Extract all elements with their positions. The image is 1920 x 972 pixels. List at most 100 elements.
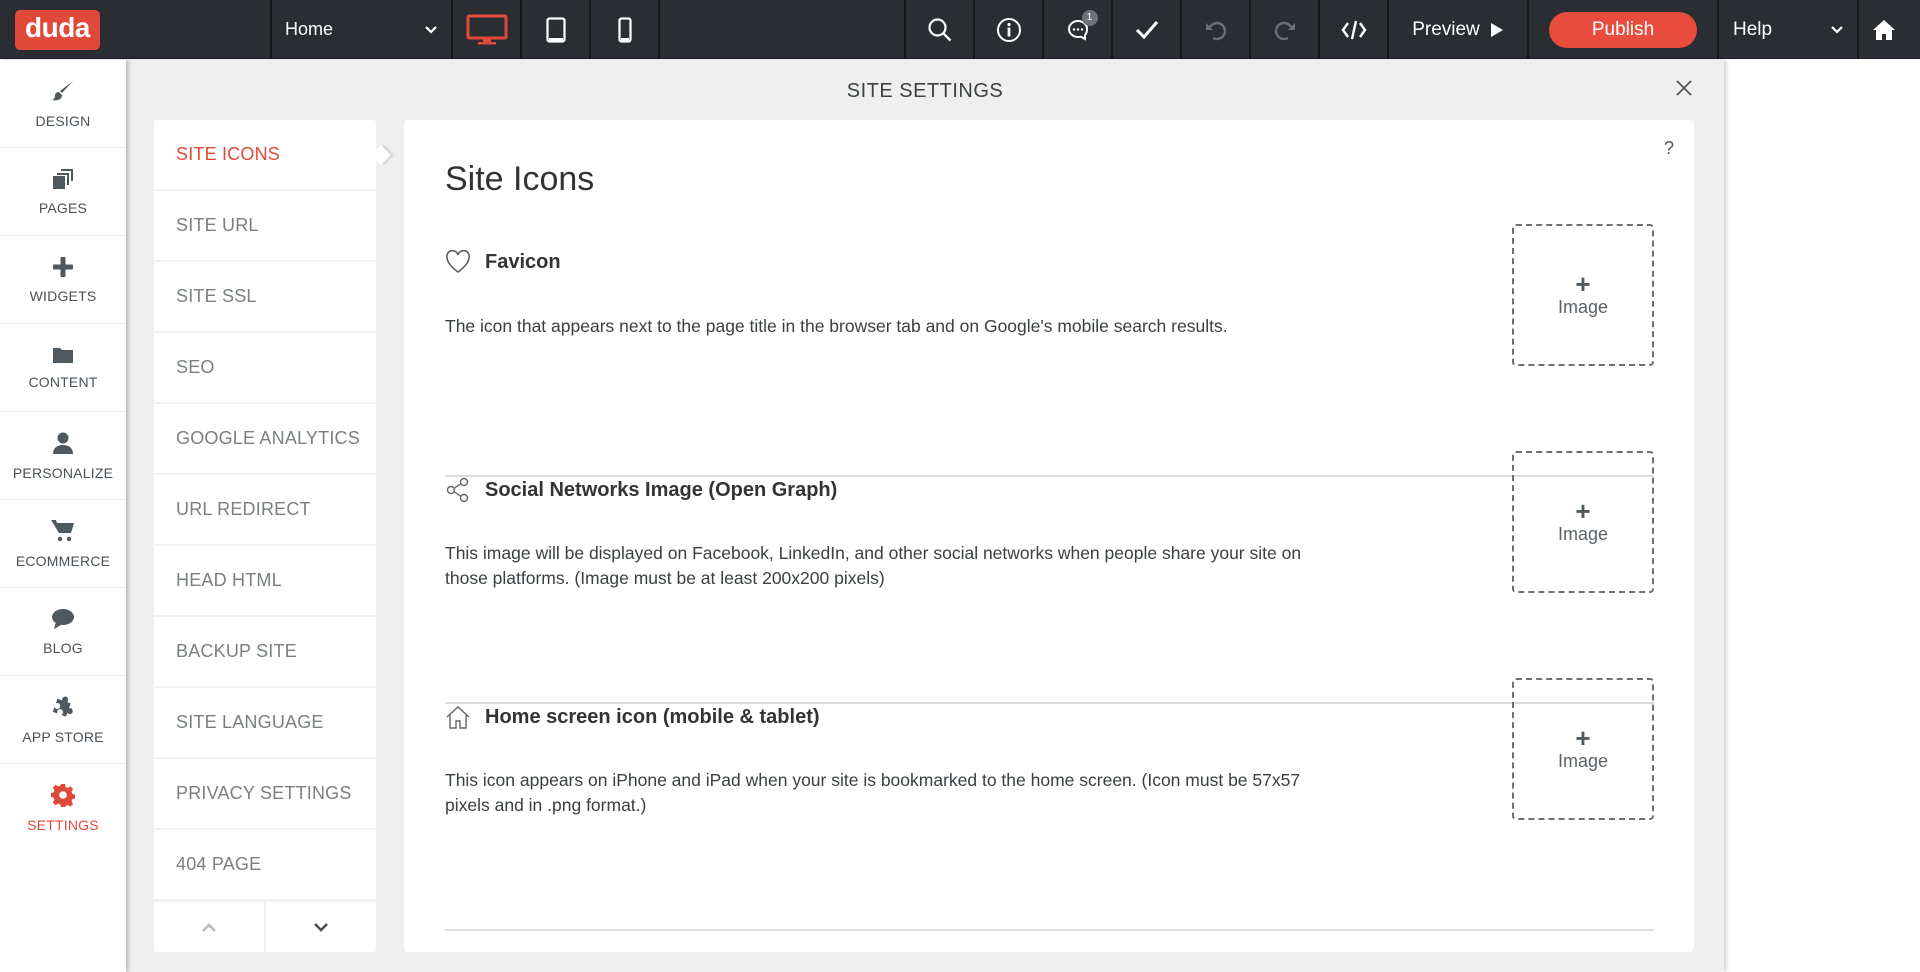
search-button[interactable]	[906, 0, 975, 59]
settings-nav-item[interactable]: BACKUP SITE	[154, 617, 376, 688]
upload-label: Image	[1557, 523, 1609, 544]
desktop-icon	[466, 14, 507, 44]
redo-button[interactable]	[1251, 0, 1320, 59]
upload-label: Image	[1557, 750, 1609, 771]
site-preview-area	[1724, 60, 1920, 972]
scroll-down-button[interactable]	[266, 902, 376, 952]
section-description: This icon appears on iPhone and iPad whe…	[445, 770, 1301, 815]
home-button[interactable]	[1859, 0, 1909, 59]
sidebar-label: CONTENT	[28, 373, 98, 390]
settings-nav-item[interactable]: 404 PAGE	[154, 830, 376, 901]
pages-icon	[53, 168, 73, 189]
undo-button[interactable]	[1182, 0, 1251, 59]
sidebar-item-settings[interactable]: SETTINGS	[0, 764, 140, 852]
sidebar-item-pages[interactable]: PAGES	[0, 148, 126, 236]
settings-nav: SITE ICONS SITE URL SITE SSL SEO GOOGLE …	[154, 120, 376, 952]
sidebar-label: DESIGN	[35, 112, 91, 129]
panel-title: SITE SETTINGS	[846, 80, 1004, 102]
chevron-down-icon	[1831, 25, 1843, 34]
settings-nav-item[interactable]: SITE URL	[154, 191, 376, 262]
heart-icon	[446, 250, 470, 273]
redo-icon	[1274, 21, 1295, 40]
help-button[interactable]: ?	[1664, 138, 1674, 159]
settings-nav-item[interactable]: SITE LANGUAGE	[154, 688, 376, 759]
sidebar-item-ecommerce[interactable]: ECOMMERCE	[0, 500, 126, 588]
section-header: Social Networks Image (Open Graph)	[445, 477, 837, 503]
sidebar-label: SETTINGS	[27, 817, 99, 833]
section-title: Social Networks Image (Open Graph)	[485, 478, 838, 501]
left-sidebar: DESIGN PAGES WIDGETS CONTENT PERSONALIZE…	[0, 60, 140, 972]
code-button[interactable]	[1320, 0, 1389, 59]
close-icon[interactable]	[1672, 76, 1696, 100]
house-outline-icon	[446, 706, 470, 729]
desktop-view-button[interactable]	[453, 0, 522, 59]
code-icon	[1341, 20, 1366, 39]
gear-icon	[51, 784, 75, 807]
upload-image-button[interactable]: + Image	[1512, 678, 1654, 820]
chevron-down-icon	[425, 25, 437, 34]
sidebar-item-design[interactable]: DESIGN	[0, 60, 126, 148]
sidebar-item-app-store[interactable]: APP STORE	[0, 676, 126, 764]
page-title: Site Icons	[445, 160, 595, 198]
settings-nav-item[interactable]: GOOGLE ANALYTICS	[154, 404, 376, 475]
upload-label: Image	[1557, 296, 1609, 317]
plus-icon	[53, 256, 73, 277]
mobile-view-button[interactable]	[591, 0, 660, 59]
info-icon	[996, 17, 1021, 42]
section-description: The icon that appears next to the page t…	[445, 316, 1228, 336]
open-graph-section: Social Networks Image (Open Graph) This …	[445, 451, 1654, 704]
settings-nav-item[interactable]: PRIVACY SETTINGS	[154, 759, 376, 830]
preview-label: Preview	[1412, 18, 1480, 40]
settings-nav-item[interactable]: SITE SSL	[154, 262, 376, 333]
info-button[interactable]	[975, 0, 1044, 59]
tablet-icon	[545, 16, 566, 43]
play-icon	[1490, 22, 1503, 37]
sidebar-item-blog[interactable]: BLOG	[0, 588, 126, 676]
nav-pager	[154, 900, 376, 952]
folder-icon	[53, 347, 73, 363]
publish-button[interactable]: Publish	[1549, 11, 1697, 48]
publish-cell: Publish	[1529, 0, 1719, 59]
help-menu[interactable]: Help	[1719, 0, 1859, 59]
user-icon	[53, 432, 73, 454]
favicon-section: Favicon The icon that appears next to th…	[445, 224, 1654, 477]
undo-icon	[1205, 21, 1226, 40]
sidebar-item-content[interactable]: CONTENT	[0, 324, 126, 412]
site-settings-panel: SITE SETTINGS SITE ICONS SITE URL SITE S…	[126, 60, 1724, 972]
home-screen-icon-section: Home screen icon (mobile & tablet) This …	[445, 678, 1654, 931]
section-header: Favicon	[445, 250, 561, 274]
plus-icon: +	[1575, 722, 1591, 753]
help-label: Help	[1733, 18, 1773, 40]
page-select-value: Home	[285, 19, 334, 39]
settings-nav-item[interactable]: SITE ICONS	[154, 120, 376, 191]
preview-button[interactable]: Preview	[1389, 0, 1529, 59]
page-selector[interactable]: Home	[272, 0, 453, 59]
share-icon	[446, 477, 469, 503]
logo-cell: duda	[0, 0, 272, 59]
tablet-view-button[interactable]	[522, 0, 591, 59]
sidebar-label: BLOG	[43, 639, 83, 656]
section-header: Home screen icon (mobile & tablet)	[445, 704, 820, 730]
sidebar-label: WIDGETS	[29, 287, 97, 304]
check-button[interactable]	[1113, 0, 1182, 59]
chevron-up-icon	[202, 922, 216, 932]
settings-nav-item[interactable]: URL REDIRECT	[154, 475, 376, 546]
sidebar-item-personalize[interactable]: PERSONALIZE	[0, 412, 126, 500]
sidebar-item-widgets[interactable]: WIDGETS	[0, 236, 126, 324]
comments-badge: 1	[1081, 9, 1098, 26]
upload-image-button[interactable]: + Image	[1512, 224, 1654, 366]
comments-button[interactable]: 1	[1044, 0, 1113, 59]
settings-nav-item[interactable]: SEO	[154, 333, 376, 404]
brush-icon	[52, 80, 73, 100]
upload-image-button[interactable]: + Image	[1512, 451, 1654, 593]
search-icon	[927, 17, 951, 41]
section-description: This image will be displayed on Facebook…	[445, 543, 1302, 588]
sidebar-label: APP STORE	[22, 728, 104, 745]
scroll-up-button[interactable]	[154, 902, 266, 952]
section-title: Favicon	[485, 250, 561, 273]
settings-nav-item[interactable]: HEAD HTML	[154, 546, 376, 617]
home-icon	[1873, 19, 1895, 40]
section-title: Home screen icon (mobile & tablet)	[485, 705, 820, 728]
duda-logo[interactable]: duda	[15, 9, 100, 50]
check-icon	[1135, 20, 1158, 39]
